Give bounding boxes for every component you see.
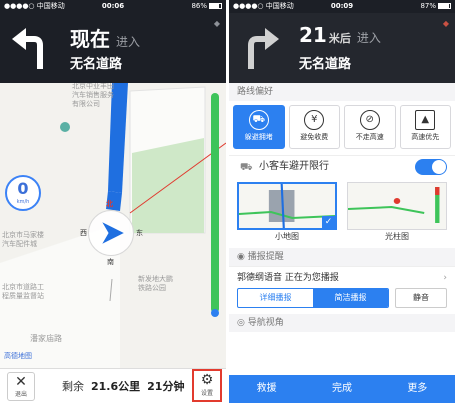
remaining-info: 剩余 21.6公里 21分钟 [62,380,185,393]
action-bar: 救援 完成 更多 [229,375,455,403]
settings-button[interactable]: ⚙ 设置 [192,369,222,402]
map-poi-market: 北京市马家楼 汽车配件城 [2,231,44,248]
battery: 87% [420,0,451,13]
guidance-distance: 现在 进入 [70,27,141,51]
map-logo: 高德地图 [4,352,32,360]
guidance-header: 现在 进入 无名道路 ◆ [0,13,226,83]
status-bar: ●●●●○ 中国移动 00:09 87% [229,0,455,13]
gear-icon: ⚙ [200,372,214,388]
gps-icon: ◆ [442,19,449,28]
turn-right-arrow-icon [248,28,279,69]
broadcast-mode: 详细播报 简洁播报 静音 [229,288,455,308]
bottom-bar: ✕ 退出 剩余 21.6公里 21分钟 ⚙ 设置 [0,368,226,403]
route-pref-title: 路线偏好 [229,83,455,101]
map-view[interactable]: 0 km/h 北京中业丰田 汽车销售服务 有限公司 北京市马家楼 汽车配件城 北… [0,83,226,368]
speedometer: 0 km/h [5,175,41,211]
map-street-label: 潘家庙路 [30,334,62,343]
map-option-bar[interactable]: 光柱图 [347,182,447,244]
car-arrow-icon [99,219,127,247]
gps-icon: ◆ [213,19,220,28]
view-title-row: ◎ 导航视角 [229,314,455,332]
route-pref-options: ⛟ 躲避拥堵 ¥ 避免收费 ⊘ 不走高速 ▲ 高速优先 [229,101,455,155]
battery: 86% [191,0,222,13]
compass-north: 北 [106,200,113,208]
mute-button[interactable]: 静音 [395,288,447,308]
check-icon: ✓ [322,216,335,228]
status-bar: ●●●●○ 中国移动 00:06 86% [0,0,226,13]
navigation-screen: ●●●●○ 中国移动 00:06 86% 现在进入 无名道路 ◆ 0 km/h [0,0,226,403]
brief-broadcast-button[interactable]: 简洁播报 [313,289,388,307]
settings-screen: ●●●●○ 中国移动 00:09 87% 21 米后 进入 无名道路 ◆ 路线偏好 … [229,0,455,403]
map-poi-dealer: 北京中业丰田 汽车销售服务 有限公司 [72,83,114,108]
voice-selector[interactable]: 郭德纲语音 正在为您播报 › [229,266,455,288]
guidance-header: 21 米后 进入 无名道路 ◆ [229,13,455,83]
guidance-distance: 21 米后 进入 [299,23,381,47]
mini-map-thumbnail: ✓ [237,182,337,230]
settings-panel: 路线偏好 ⛟ 躲避拥堵 ¥ 避免收费 ⊘ 不走高速 ▲ 高速优先 ⛟ 小客车避开… [229,83,455,375]
car-icon: ⛟ [248,110,269,130]
pref-no-highway[interactable]: ⊘ 不走高速 [344,105,396,149]
more-button[interactable]: 更多 [380,375,455,403]
pref-highway-first[interactable]: ▲ 高速优先 [399,105,451,149]
no-highway-icon: ⊘ [359,110,380,130]
bar-map-thumbnail [347,182,447,230]
guidance-road: 无名道路 [299,57,352,72]
rescue-button[interactable]: 救援 [229,375,304,403]
broadcast-segment: 详细播报 简洁播报 [237,288,389,308]
yen-icon: ¥ [304,110,325,130]
guidance-road: 无名道路 [70,57,123,72]
car-small-icon: ⛟ [240,162,253,173]
close-icon: ✕ [15,374,27,390]
exit-button[interactable]: ✕ 退出 [7,372,35,401]
map-option-mini[interactable]: ✓ 小地图 [237,182,337,244]
turn-left-arrow-icon [12,28,43,69]
voice-title-row: ◉ 播报提醒 [229,248,455,266]
limit-toggle[interactable] [415,159,447,175]
pref-avoid-jam[interactable]: ⛟ 躲避拥堵 [233,105,285,149]
battery-icon [209,3,222,9]
detailed-broadcast-button[interactable]: 详细播报 [238,289,313,307]
limit-row: ⛟ 小客车避开限行 [229,155,455,177]
map-type-options: ✓ 小地图 光柱图 [229,177,455,244]
compass-east: 东 [136,229,143,237]
car-compass: 北 西 东 南 [80,200,143,266]
compass-west: 西 [80,229,87,237]
voice-icon: ◉ [237,252,245,262]
chevron-right-icon: › [443,273,447,283]
battery-icon [438,3,451,9]
compass-south: 南 [107,258,114,266]
pref-avoid-toll[interactable]: ¥ 避免收费 [288,105,340,149]
done-button[interactable]: 完成 [304,375,379,403]
highway-icon: ▲ [415,110,436,130]
map-poi-park: 新发地大鹏 铁路公园 [138,275,173,292]
map-poi-road-station: 北京市道路工 程质量监督站 [2,283,44,300]
eye-icon: ◎ [237,318,245,328]
